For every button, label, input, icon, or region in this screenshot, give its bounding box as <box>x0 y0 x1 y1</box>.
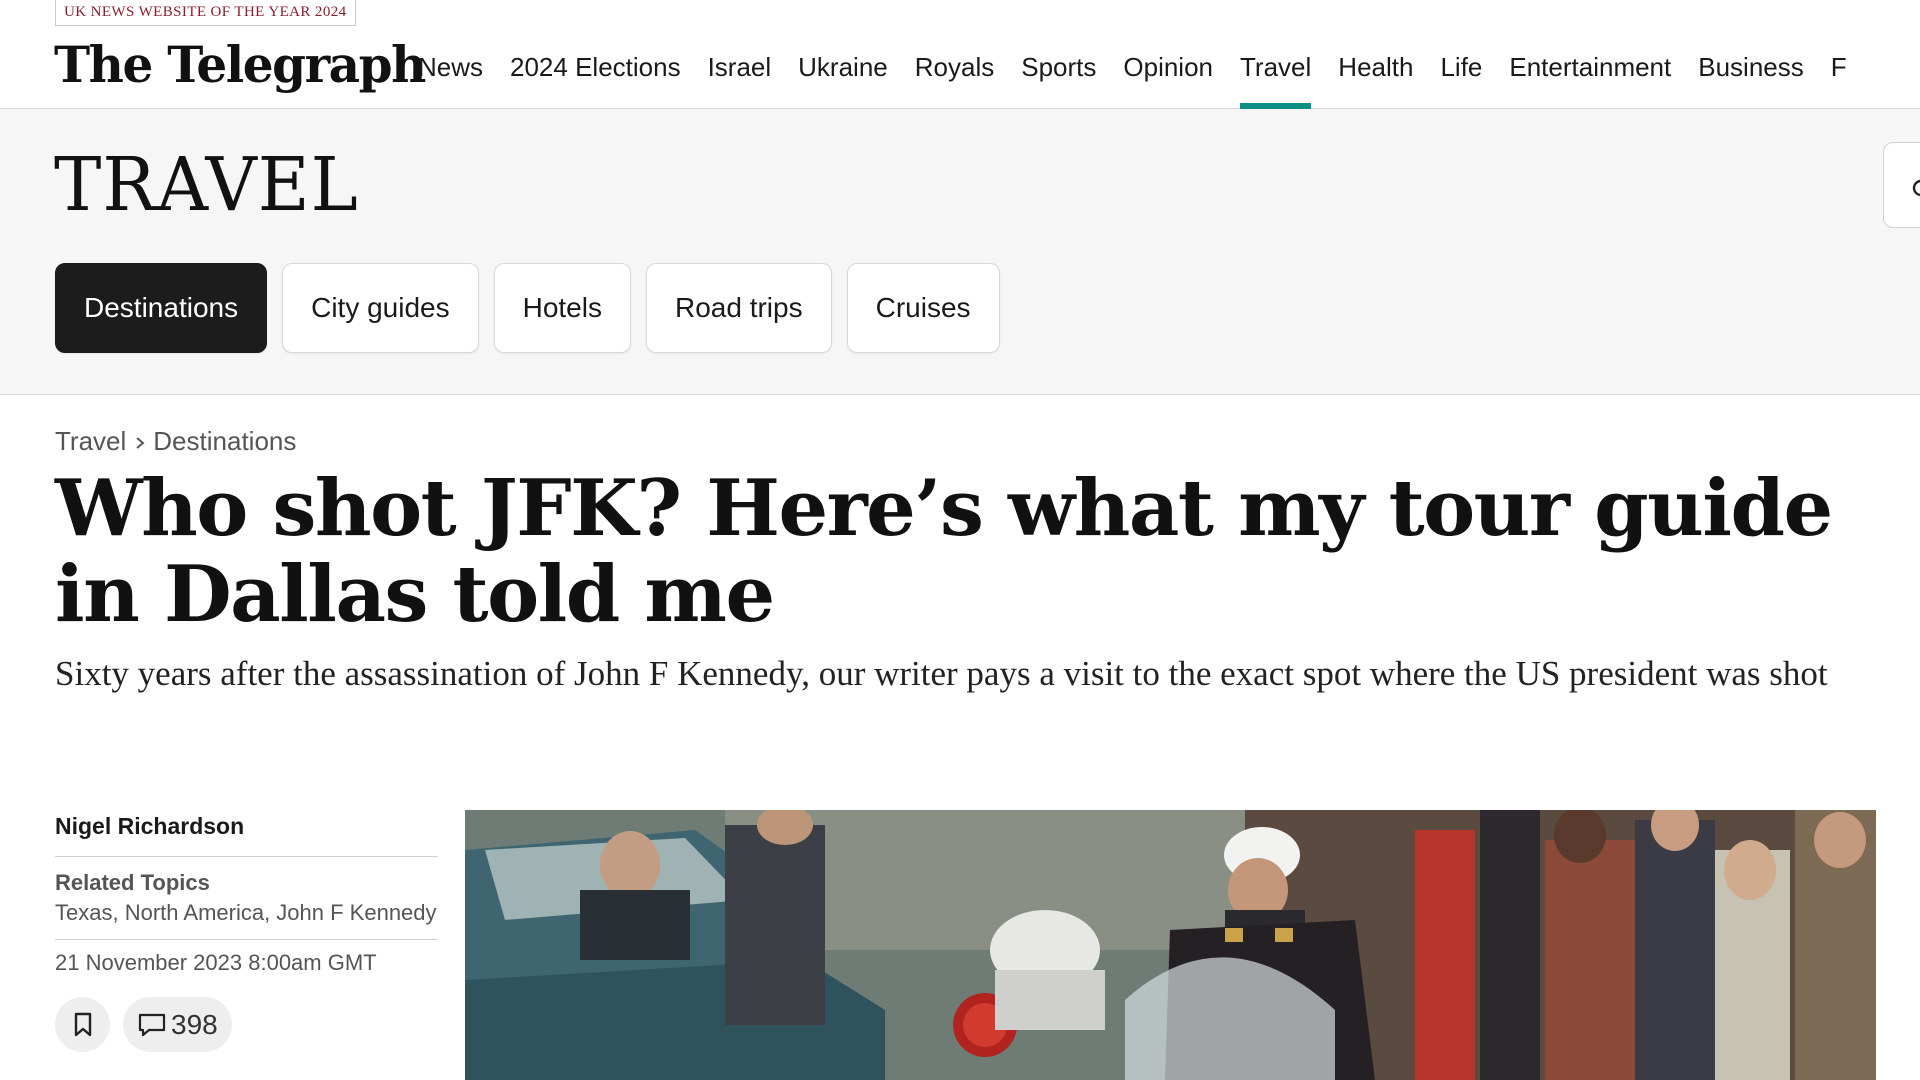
article-standfirst: Sixty years after the assassination of J… <box>55 654 1828 693</box>
author-name[interactable]: Nigel Richardson <box>55 808 438 857</box>
comments-button[interactable]: 398 <box>123 997 232 1052</box>
main-nav: News 2024 Elections Israel Ukraine Royal… <box>418 0 1874 109</box>
chip-cruises[interactable]: Cruises <box>846 263 1000 353</box>
related-topics-label: Related Topics <box>55 870 210 895</box>
save-button[interactable] <box>55 997 110 1052</box>
nav-item-sports[interactable]: Sports <box>1021 0 1096 109</box>
nav-item-opinion[interactable]: Opinion <box>1123 0 1213 109</box>
motorcade-photo <box>465 810 1876 1080</box>
chip-city-guides[interactable]: City guides <box>282 263 479 353</box>
chip-destinations[interactable]: Destinations <box>55 263 268 353</box>
nav-item-entertainment[interactable]: Entertainment <box>1509 0 1671 109</box>
award-badge: UK NEWS WEBSITE OF THE YEAR 2024 <box>55 0 356 26</box>
nav-item-health[interactable]: Health <box>1338 0 1413 109</box>
nav-item-life[interactable]: Life <box>1440 0 1482 109</box>
nav-item-news[interactable]: News <box>418 0 483 109</box>
subnav-chips: Destinations City guides Hotels Road tri… <box>55 263 1015 353</box>
chip-hotels[interactable]: Hotels <box>493 263 631 353</box>
nav-item-business[interactable]: Business <box>1698 0 1804 109</box>
breadcrumb-travel[interactable]: Travel <box>55 426 126 457</box>
article-actions: 398 <box>55 997 438 1052</box>
search-icon <box>1912 179 1920 197</box>
search-button[interactable] <box>1883 142 1920 228</box>
nav-item-israel[interactable]: Israel <box>708 0 772 109</box>
site-header: UK NEWS WEBSITE OF THE YEAR 2024 The Tel… <box>0 0 1920 109</box>
related-topics[interactable]: Texas, North America, John F Kennedy <box>55 898 438 940</box>
section-title: TRAVEL <box>54 142 359 228</box>
bookmark-icon <box>74 1012 91 1036</box>
nav-item-ukraine[interactable]: Ukraine <box>798 0 888 109</box>
article-byline: Nigel Richardson Related Topics Texas, N… <box>55 808 438 1052</box>
nav-item-travel[interactable]: Travel <box>1240 0 1312 109</box>
breadcrumb-destinations[interactable]: Destinations <box>153 426 296 457</box>
comment-icon <box>138 1013 166 1036</box>
nav-item-truncated[interactable]: F <box>1831 0 1847 109</box>
chevron-right-icon <box>135 426 145 457</box>
comment-count: 398 <box>171 1008 218 1040</box>
publish-date: 21 November 2023 8:00am GMT <box>55 950 377 975</box>
article-headline: Who shot JFK? Here’s what my tour guide … <box>55 463 1833 640</box>
nav-item-2024-elections[interactable]: 2024 Elections <box>510 0 681 109</box>
section-header: TRAVEL Destinations City guides Hotels R… <box>0 109 1920 395</box>
hero-image <box>465 810 1876 1080</box>
chip-road-trips[interactable]: Road trips <box>645 263 832 353</box>
breadcrumb: Travel Destinations <box>55 426 296 457</box>
nav-item-royals[interactable]: Royals <box>915 0 994 109</box>
telegraph-logo[interactable]: The Telegraph <box>54 30 426 100</box>
